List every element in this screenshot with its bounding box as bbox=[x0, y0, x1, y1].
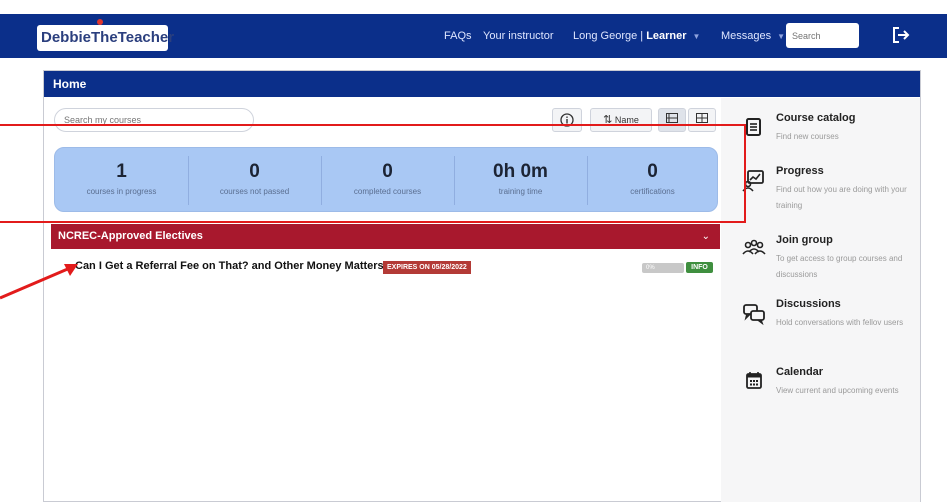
info-circle-icon bbox=[560, 113, 574, 127]
logout-icon[interactable] bbox=[891, 25, 911, 45]
sidebar-item-title: Discussions bbox=[776, 298, 841, 310]
stat-value: 0 bbox=[647, 161, 658, 182]
info-toggle-button[interactable] bbox=[552, 108, 582, 132]
category-header[interactable]: NCREC-Approved Electives ⌄ bbox=[51, 224, 720, 249]
course-title-link[interactable]: Can I Get a Referral Fee on That? and Ot… bbox=[75, 260, 384, 272]
sort-by-name-button[interactable]: ⇅ Name bbox=[590, 108, 652, 132]
chevron-down-icon: ▼ bbox=[692, 32, 701, 41]
user-menu[interactable]: Long George | Learner ▼ bbox=[573, 14, 700, 58]
sidebar-item-title: Calendar bbox=[776, 366, 824, 378]
sidebar-item-desc: View current and upcoming events bbox=[776, 386, 899, 395]
site-logo[interactable]: DebbieTheTeacher bbox=[37, 19, 174, 51]
stat-value: 0h 0m bbox=[493, 161, 548, 182]
nav-faqs-link[interactable]: FAQs bbox=[444, 14, 472, 58]
catalog-icon bbox=[746, 118, 761, 136]
user-name: Long George | bbox=[573, 30, 647, 42]
stat-label: courses in progress bbox=[86, 187, 157, 196]
logo-pin-icon bbox=[97, 19, 103, 25]
home-panel: Home ⇅ Name 1 courses in progress 0 cour… bbox=[43, 70, 921, 502]
calendar-icon bbox=[746, 372, 762, 389]
stat-label: training time bbox=[498, 187, 543, 196]
panel-title: Home bbox=[44, 71, 920, 97]
grid-view-button[interactable] bbox=[688, 108, 716, 132]
stats-card: 1 courses in progress 0 courses not pass… bbox=[54, 147, 718, 212]
stat-value: 0 bbox=[382, 161, 393, 182]
course-info-button[interactable]: INFO bbox=[686, 262, 713, 273]
expires-badge: EXPIRES ON 05/28/2022 bbox=[383, 261, 471, 274]
stat-courses-not-passed: 0 courses not passed bbox=[188, 148, 321, 213]
sidebar-item-desc: To get access to group courses and discu… bbox=[776, 254, 903, 279]
stat-courses-in-progress: 1 courses in progress bbox=[55, 148, 188, 213]
global-search-input[interactable] bbox=[786, 23, 859, 48]
messages-label: Messages bbox=[721, 30, 772, 42]
chevron-down-icon: ▼ bbox=[777, 32, 786, 41]
logo-text: DebbieTheTeacher bbox=[41, 29, 175, 46]
top-navbar: DebbieTheTeacher FAQs Your instructor Lo… bbox=[0, 14, 947, 58]
stat-training-time: 0h 0m training time bbox=[454, 148, 587, 213]
chevron-down-icon: ⌄ bbox=[701, 231, 710, 242]
stat-label: completed courses bbox=[353, 187, 422, 196]
quick-links-sidebar: Course catalog Find new courses Progress… bbox=[721, 98, 920, 502]
sidebar-item-desc: Find new courses bbox=[776, 132, 839, 141]
progress-icon bbox=[742, 170, 764, 192]
category-title: NCREC-Approved Electives bbox=[58, 230, 203, 242]
sidebar-item-title: Progress bbox=[776, 165, 824, 177]
group-icon bbox=[742, 239, 766, 255]
sidebar-item-desc: Hold conversations with fellov users bbox=[776, 318, 904, 327]
progress-text: 0% bbox=[646, 265, 655, 271]
stat-completed-courses: 0 completed courses bbox=[321, 148, 454, 213]
discussions-icon bbox=[743, 304, 765, 326]
stat-label: certifications bbox=[630, 187, 675, 196]
list-view-icon bbox=[666, 113, 678, 123]
messages-menu[interactable]: Messages ▼ bbox=[721, 14, 785, 58]
sort-label: Name bbox=[614, 115, 639, 125]
grid-view-icon bbox=[696, 113, 708, 123]
sort-icon: ⇅ bbox=[603, 114, 613, 126]
nav-instructor-link[interactable]: Your instructor bbox=[483, 14, 554, 58]
stat-value: 1 bbox=[116, 161, 127, 182]
sidebar-item-title: Join group bbox=[776, 234, 833, 246]
course-progress-bar: 0% bbox=[642, 263, 684, 273]
list-view-button[interactable] bbox=[658, 108, 686, 132]
sidebar-item-title: Course catalog bbox=[776, 112, 856, 124]
stat-label: courses not passed bbox=[219, 187, 290, 196]
course-search-input[interactable] bbox=[54, 108, 254, 132]
user-role: Learner bbox=[646, 30, 687, 42]
stat-certifications: 0 certifications bbox=[587, 148, 718, 213]
stat-value: 0 bbox=[249, 161, 260, 182]
sidebar-item-desc: Find out how you are doing with your tra… bbox=[776, 185, 907, 210]
